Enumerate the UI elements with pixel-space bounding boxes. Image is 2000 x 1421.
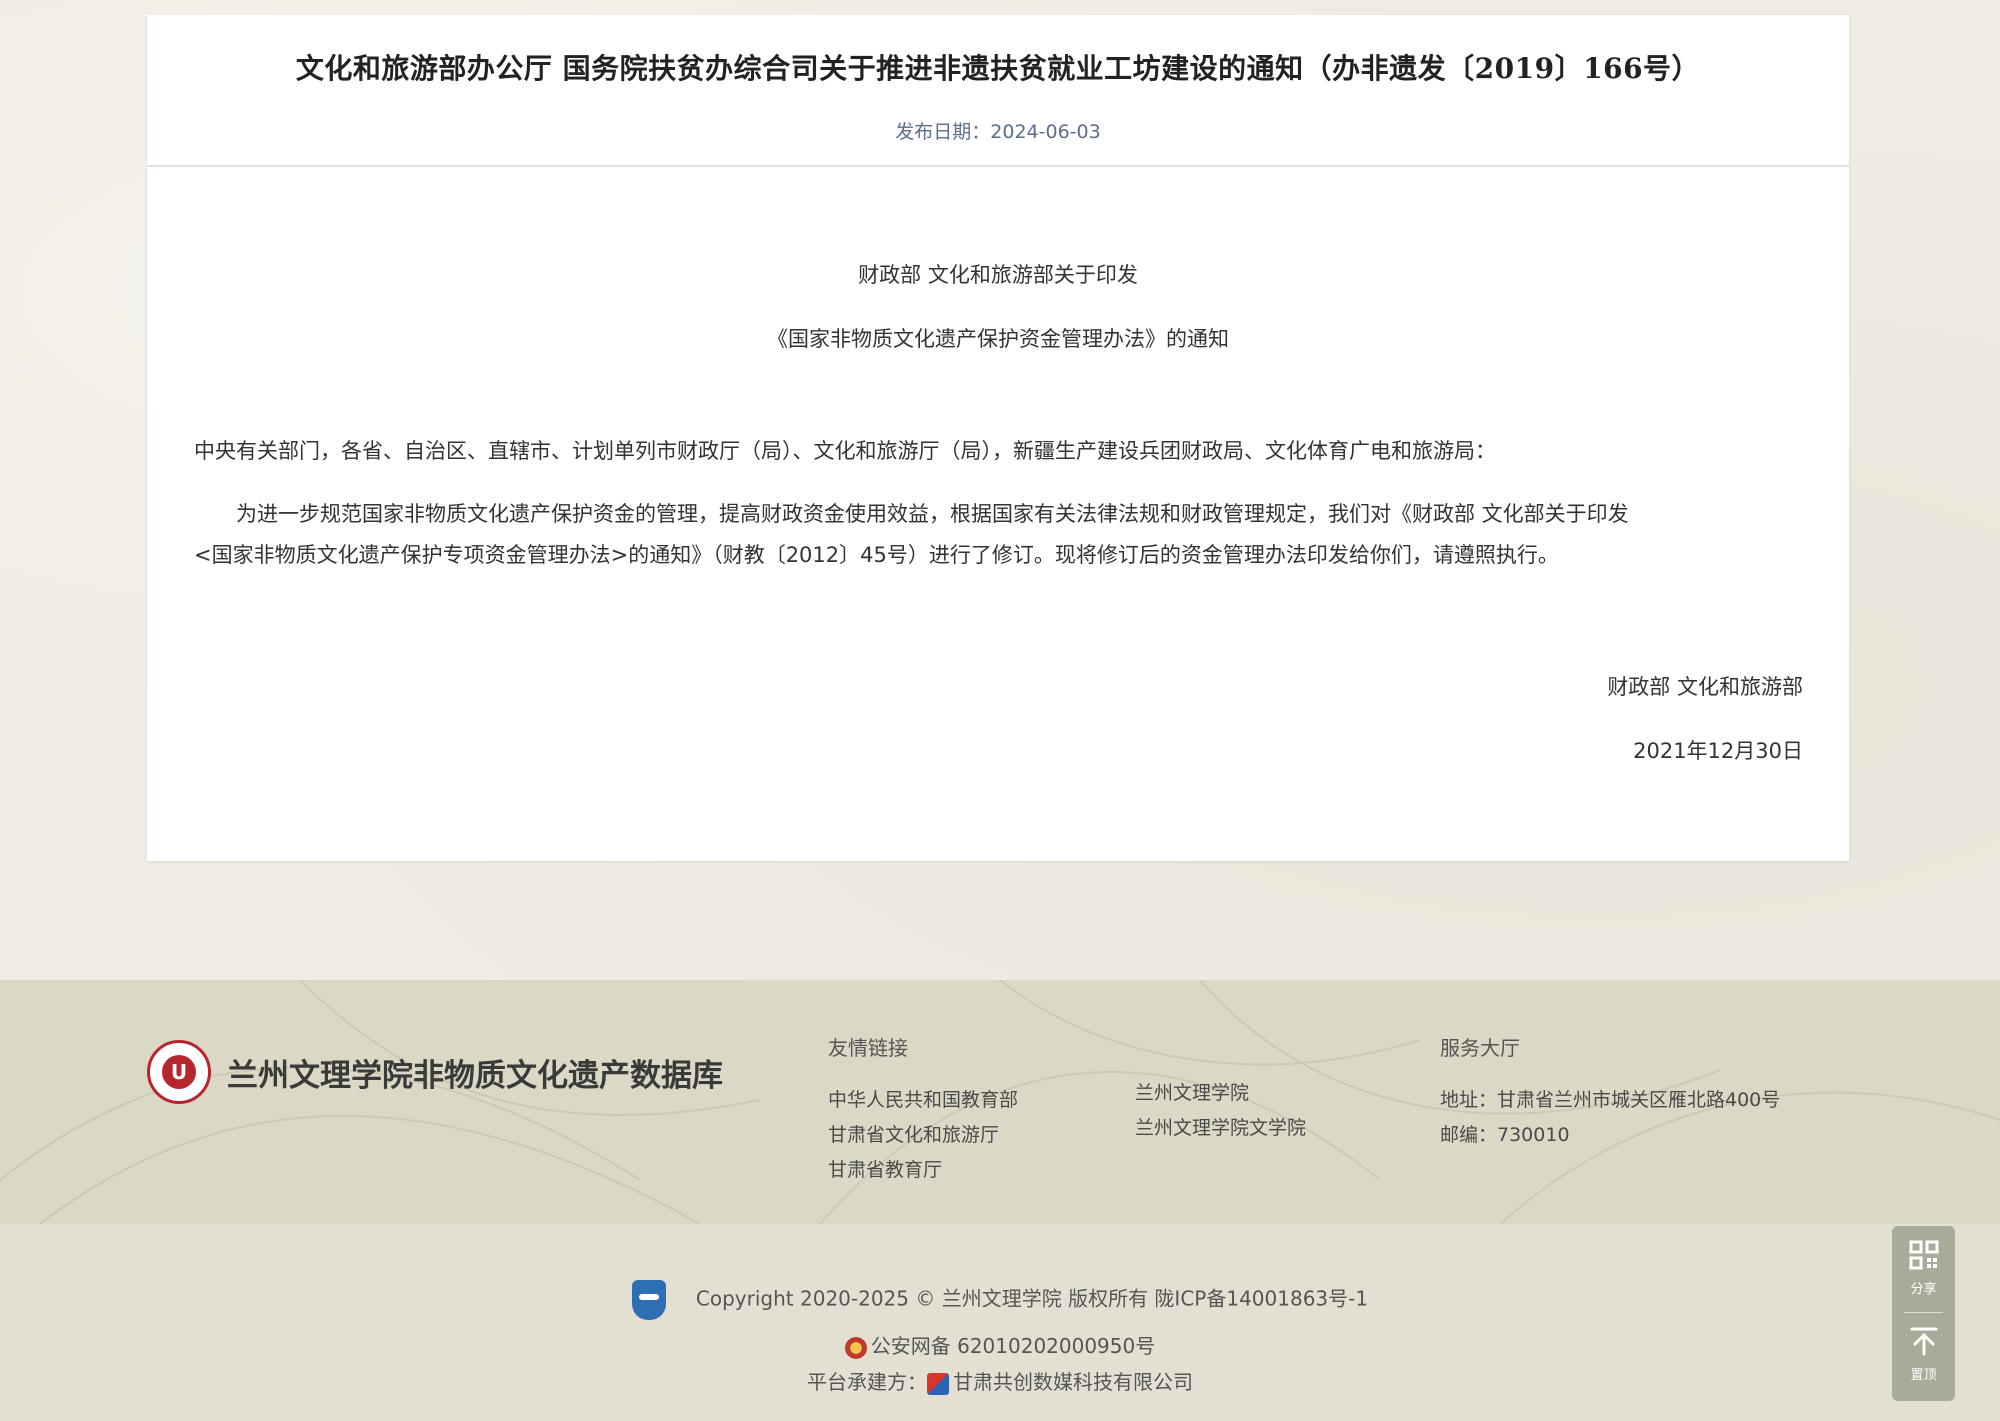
service-hall-title: 服务大厅: [1440, 1036, 1520, 1060]
site-logo[interactable]: U 兰州文理学院非物质文化遗产数据库: [147, 1040, 723, 1104]
document-heading-line-1: 财政部 文化和旅游部关于印发: [858, 263, 1138, 287]
article-header: 文化和旅游部办公厅 国务院扶贫办综合司关于推进非遗扶贫就业工坊建设的通知（办非遗…: [147, 15, 1849, 167]
friendly-links-col2: 兰州文理学院 兰州文理学院文学院: [1135, 1076, 1306, 1146]
addressee-paragraph: 中央有关部门，各省、自治区、直辖市、计划单列市财政厅（局）、文化和旅游厅（局），…: [194, 439, 1496, 463]
body-paragraph: 为进一步规范国家非物质文化遗产保护资金的管理，提高财政资金使用效益，根据国家有关…: [194, 494, 1814, 576]
university-seal-logo: U: [147, 1040, 211, 1104]
link-gansu-culture-tourism[interactable]: 甘肃省文化和旅游厅: [828, 1124, 999, 1146]
copyright-text: Copyright 2020-2025 © 兰州文理学院 版权所有 陇ICP备1…: [695, 1286, 1369, 1311]
builder-line: 平台承建方： 甘肃共创数媒科技有限公司: [0, 1366, 2000, 1395]
postcode: 邮编：730010: [1440, 1124, 1570, 1146]
copyright-line: Copyright 2020-2025 © 兰州文理学院 版权所有 陇ICP备1…: [0, 1280, 2000, 1320]
police-emblem-icon: [844, 1336, 867, 1359]
footer: U 兰州文理学院非物质文化遗产数据库 友情链接 中华人民共和国教育部 甘肃省文化…: [0, 980, 2000, 1224]
toolbar-divider: [1904, 1312, 1943, 1313]
link-lanzhou-literature-college[interactable]: 兰州文理学院文学院: [1135, 1117, 1306, 1139]
link-lanzhou-university[interactable]: 兰州文理学院: [1135, 1082, 1249, 1104]
publish-date: 发布日期：2024-06-03: [147, 117, 1849, 144]
link-gansu-education[interactable]: 甘肃省教育厅: [828, 1159, 942, 1181]
trust-badge-icon[interactable]: [631, 1280, 666, 1320]
service-hall: 服务大厅 地址：甘肃省兰州市城关区雁北路400号 邮编：730010: [1440, 1032, 1780, 1153]
friendly-links-title: 友情链接: [828, 1036, 908, 1060]
qr-code-icon: [1909, 1240, 1938, 1270]
article-card: 文化和旅游部办公厅 国务院扶贫办综合司关于推进非遗扶贫就业工坊建设的通知（办非遗…: [147, 15, 1849, 861]
article-title: 文化和旅游部办公厅 国务院扶贫办综合司关于推进非遗扶贫就业工坊建设的通知（办非遗…: [295, 52, 1701, 85]
link-ministry-of-education[interactable]: 中华人民共和国教育部: [828, 1089, 1018, 1111]
share-label: 分享: [1910, 1282, 1937, 1297]
signature: 财政部 文化和旅游部: [1607, 675, 1803, 699]
police-record-line: 公安网备 62010202000950号: [0, 1330, 2000, 1359]
publish-date-value: 2024-06-03: [990, 121, 1101, 143]
body-line-2: <国家非物质文化遗产保护专项资金管理办法>的通知》（财教〔2012〕45号）进行…: [194, 543, 1559, 567]
floating-toolbar: 分享 置顶: [1892, 1226, 1955, 1401]
friendly-links: 友情链接 中华人民共和国教育部 甘肃省文化和旅游厅 甘肃省教育厅: [828, 1032, 1018, 1188]
back-to-top-button[interactable]: 置顶: [1892, 1326, 1955, 1383]
builder-link[interactable]: 甘肃共创数媒科技有限公司: [953, 1370, 1193, 1394]
document-heading-line-2: 《国家非物质文化遗产保护资金管理办法》的通知: [767, 327, 1229, 351]
sign-date: 2021年12月30日: [1633, 739, 1803, 763]
police-record-link[interactable]: 公安网备 62010202000950号: [871, 1334, 1156, 1358]
publish-date-label: 发布日期：: [895, 121, 991, 143]
address: 地址：甘肃省兰州市城关区雁北路400号: [1440, 1089, 1781, 1111]
site-name: 兰州文理学院非物质文化遗产数据库: [227, 1057, 723, 1094]
top-label: 置顶: [1910, 1368, 1937, 1383]
arrow-up-to-top-icon: [1910, 1327, 1937, 1356]
body-line-1: 为进一步规范国家非物质文化遗产保护资金的管理，提高财政资金使用效益，根据国家有关…: [236, 502, 1629, 526]
builder-label: 平台承建方：: [807, 1370, 927, 1394]
bottom-bar: Copyright 2020-2025 © 兰州文理学院 版权所有 陇ICP备1…: [0, 1224, 2000, 1421]
builder-logo-icon: [927, 1372, 949, 1395]
share-button[interactable]: 分享: [1892, 1240, 1955, 1297]
